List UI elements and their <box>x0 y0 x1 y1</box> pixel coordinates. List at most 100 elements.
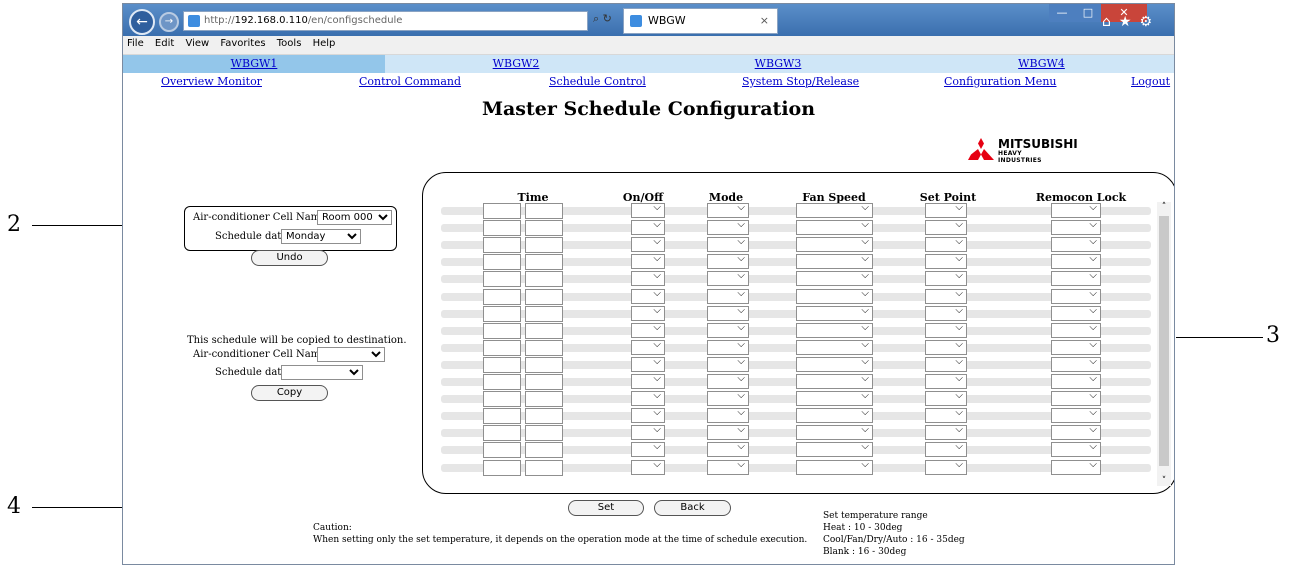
fan-speed-select[interactable] <box>796 202 873 218</box>
back-button[interactable]: Back <box>654 500 731 516</box>
scroll-thumb[interactable] <box>1159 216 1169 466</box>
set-point-select[interactable] <box>925 441 967 457</box>
fan-speed-select[interactable] <box>796 219 873 235</box>
time-minute-input[interactable] <box>525 289 563 305</box>
remocon-lock-select[interactable] <box>1051 202 1101 218</box>
time-hour-input[interactable] <box>483 408 521 424</box>
time-hour-input[interactable] <box>483 374 521 390</box>
set-point-select[interactable] <box>925 407 967 423</box>
set-point-select[interactable] <box>925 288 967 304</box>
mode-select[interactable] <box>707 339 749 355</box>
on-off-select[interactable] <box>631 407 665 423</box>
time-hour-input[interactable] <box>483 442 521 458</box>
tab-wbgw1[interactable]: WBGW1 <box>123 55 385 73</box>
menu-file[interactable]: File <box>123 36 148 51</box>
set-point-select[interactable] <box>925 373 967 389</box>
set-point-select[interactable] <box>925 202 967 218</box>
remocon-lock-select[interactable] <box>1051 373 1101 389</box>
time-minute-input[interactable] <box>525 425 563 441</box>
forward-arrow-icon[interactable]: → <box>159 12 179 32</box>
time-hour-input[interactable] <box>483 254 521 270</box>
set-point-select[interactable] <box>925 424 967 440</box>
time-hour-input[interactable] <box>483 271 521 287</box>
menu-view[interactable]: View <box>181 36 213 51</box>
set-point-select[interactable] <box>925 253 967 269</box>
time-minute-input[interactable] <box>525 306 563 322</box>
link-system-stop-release[interactable]: System Stop/Release <box>742 75 859 88</box>
set-point-select[interactable] <box>925 322 967 338</box>
mode-select[interactable] <box>707 322 749 338</box>
scroll-up-icon[interactable]: ˄ <box>1158 202 1170 212</box>
remocon-lock-select[interactable] <box>1051 441 1101 457</box>
tab-wbgw2[interactable]: WBGW2 <box>385 55 647 73</box>
on-off-select[interactable] <box>631 356 665 372</box>
on-off-select[interactable] <box>631 339 665 355</box>
mode-select[interactable] <box>707 459 749 475</box>
on-off-select[interactable] <box>631 441 665 457</box>
menu-favorites[interactable]: Favorites <box>216 36 269 51</box>
time-minute-input[interactable] <box>525 271 563 287</box>
time-hour-input[interactable] <box>483 306 521 322</box>
remocon-lock-select[interactable] <box>1051 322 1101 338</box>
remocon-lock-select[interactable] <box>1051 407 1101 423</box>
on-off-select[interactable] <box>631 219 665 235</box>
time-minute-input[interactable] <box>525 203 563 219</box>
close-tab-icon[interactable]: × <box>760 9 769 33</box>
set-point-select[interactable] <box>925 236 967 252</box>
time-minute-input[interactable] <box>525 254 563 270</box>
time-hour-input[interactable] <box>483 323 521 339</box>
fan-speed-select[interactable] <box>796 236 873 252</box>
fan-speed-select[interactable] <box>796 356 873 372</box>
tab-wbgw3[interactable]: WBGW3 <box>647 55 909 73</box>
time-minute-input[interactable] <box>525 237 563 253</box>
tab-wbgw4[interactable]: WBGW4 <box>909 55 1174 73</box>
mode-select[interactable] <box>707 219 749 235</box>
fan-speed-select[interactable] <box>796 424 873 440</box>
fan-speed-select[interactable] <box>796 322 873 338</box>
remocon-lock-select[interactable] <box>1051 270 1101 286</box>
address-bar[interactable]: http://192.168.0.110/en/configschedule <box>183 11 588 31</box>
set-point-select[interactable] <box>925 390 967 406</box>
set-point-select[interactable] <box>925 305 967 321</box>
fan-speed-select[interactable] <box>796 459 873 475</box>
time-hour-input[interactable] <box>483 425 521 441</box>
time-minute-input[interactable] <box>525 220 563 236</box>
remocon-lock-select[interactable] <box>1051 424 1101 440</box>
on-off-select[interactable] <box>631 236 665 252</box>
mode-select[interactable] <box>707 407 749 423</box>
on-off-select[interactable] <box>631 288 665 304</box>
set-button[interactable]: Set <box>568 500 644 516</box>
set-point-select[interactable] <box>925 356 967 372</box>
mode-select[interactable] <box>707 373 749 389</box>
search-refresh-icons[interactable]: ⌕ ↻ <box>593 12 612 26</box>
maximize-icon[interactable]: □ <box>1075 4 1101 22</box>
remocon-lock-select[interactable] <box>1051 459 1101 475</box>
fan-speed-select[interactable] <box>796 407 873 423</box>
on-off-select[interactable] <box>631 253 665 269</box>
mode-select[interactable] <box>707 305 749 321</box>
remocon-lock-select[interactable] <box>1051 288 1101 304</box>
on-off-select[interactable] <box>631 390 665 406</box>
on-off-select[interactable] <box>631 373 665 389</box>
link-logout[interactable]: Logout <box>1131 75 1170 88</box>
fan-speed-select[interactable] <box>796 441 873 457</box>
link-schedule-control[interactable]: Schedule Control <box>549 75 646 88</box>
time-hour-input[interactable] <box>483 357 521 373</box>
remocon-lock-select[interactable] <box>1051 339 1101 355</box>
menu-help[interactable]: Help <box>309 36 340 51</box>
remocon-lock-select[interactable] <box>1051 390 1101 406</box>
schedule-date-select[interactable]: Monday <box>281 229 361 244</box>
time-minute-input[interactable] <box>525 374 563 390</box>
fan-speed-select[interactable] <box>796 373 873 389</box>
time-hour-input[interactable] <box>483 340 521 356</box>
fan-speed-select[interactable] <box>796 288 873 304</box>
minimize-icon[interactable]: — <box>1049 4 1075 22</box>
set-point-select[interactable] <box>925 339 967 355</box>
remocon-lock-select[interactable] <box>1051 253 1101 269</box>
time-minute-input[interactable] <box>525 442 563 458</box>
link-overview-monitor[interactable]: Overview Monitor <box>161 75 262 88</box>
mode-select[interactable] <box>707 202 749 218</box>
on-off-select[interactable] <box>631 322 665 338</box>
time-minute-input[interactable] <box>525 408 563 424</box>
copy-schedule-date-select[interactable] <box>281 365 363 380</box>
